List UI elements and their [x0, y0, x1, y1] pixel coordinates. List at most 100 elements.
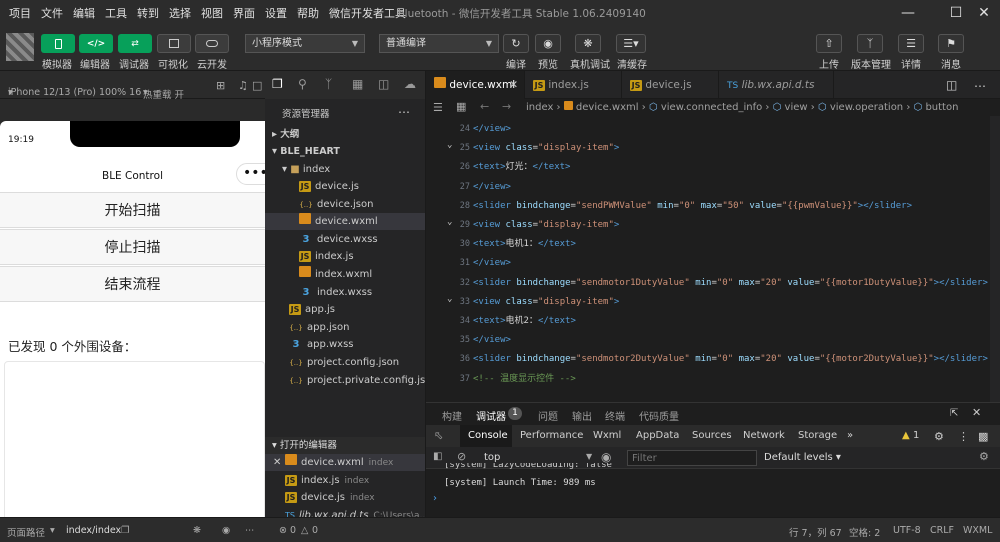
close-icon[interactable]: ✕ — [972, 406, 981, 419]
eye-icon[interactable]: ◉ — [601, 450, 611, 464]
source-control-icon[interactable]: ᛉ — [325, 77, 332, 91]
log-levels-select[interactable]: Default levels ▾ — [764, 452, 841, 463]
menu-item-file[interactable]: 文件 — [36, 5, 68, 21]
simulator-toggle-button[interactable] — [41, 34, 75, 53]
remote-debug-button[interactable]: ❋ — [575, 34, 601, 53]
version-control-button[interactable]: ᛉ — [857, 34, 883, 53]
list-icon[interactable]: ☰ — [433, 101, 443, 114]
more-icon[interactable]: … — [974, 76, 986, 90]
preview-button[interactable]: ◉ — [535, 34, 561, 53]
menu-item-settings[interactable]: 设置 — [260, 5, 292, 21]
opened-editor-item[interactable]: JS device.js index — [265, 489, 425, 506]
page-path-label[interactable]: 页面路径 — [7, 525, 45, 539]
file-item[interactable]: 3 index.wxss — [265, 284, 425, 301]
menu-item-view[interactable]: 视图 — [196, 5, 228, 21]
file-item[interactable]: index.wxml — [265, 266, 425, 283]
console-prompt-icon[interactable]: › — [433, 493, 437, 504]
inspect-icon[interactable]: ⬁ — [434, 429, 443, 442]
debug-icon[interactable]: ▦ — [352, 77, 363, 91]
menu-item-interface[interactable]: 界面 — [228, 5, 260, 21]
start-scan-button[interactable]: 开始扫描 — [0, 192, 265, 228]
breadcrumb-item[interactable]: view.operation — [830, 102, 903, 113]
tab-appdata[interactable]: AppData — [636, 430, 679, 441]
details-button[interactable]: ☰ — [898, 34, 924, 53]
file-item[interactable]: {..} project.config.json — [265, 354, 425, 371]
tab-console[interactable]: Console — [468, 430, 508, 441]
compile-mode-select[interactable]: 普通编译 ▼ — [379, 34, 499, 53]
file-item[interactable]: {..} app.json — [265, 319, 425, 336]
tab-debugger[interactable]: 调试器 — [476, 408, 506, 423]
fold-icon[interactable]: ⌄ — [447, 136, 452, 155]
more-icon[interactable]: ⋯ — [245, 525, 255, 536]
outline-section[interactable]: ▸ 大纲 — [265, 126, 425, 143]
context-select-value[interactable]: top — [484, 452, 500, 463]
dock-icon[interactable]: ▩ — [978, 430, 988, 443]
more-vert-icon[interactable]: ⋮ — [958, 430, 969, 443]
tab-output[interactable]: 输出 — [572, 408, 592, 423]
tab-index-js[interactable]: JS index.js — [525, 71, 622, 99]
breadcrumb-item[interactable]: button — [925, 102, 958, 113]
file-item[interactable]: JS device.js — [265, 178, 425, 195]
menu-item-edit[interactable]: 编辑 — [68, 5, 100, 21]
code-editor[interactable]: 24 </view> 25 ⌄ <view class="display-item"> 2… — [426, 116, 1000, 402]
tab-lib-wx-api[interactable]: TS lib.wx.api.d.ts — [719, 71, 834, 99]
file-item[interactable]: {..} device.json — [265, 196, 425, 213]
folder-index[interactable]: ▾ ■ index — [265, 161, 425, 178]
expand-icon[interactable]: ⇱ — [950, 408, 958, 419]
grid-icon[interactable]: ▦ — [456, 100, 466, 113]
breadcrumb-item[interactable]: index — [526, 102, 553, 113]
compile-button[interactable]: ↻ — [503, 34, 529, 53]
line-endings[interactable]: CRLF — [930, 525, 954, 536]
cursor-position[interactable]: 行 7，列 67 — [789, 525, 842, 539]
rotate-icon[interactable]: ⊞ — [216, 79, 225, 92]
mode-select[interactable]: 小程序模式 ▼ — [245, 34, 365, 53]
cloud-icon[interactable]: ☁ — [404, 77, 416, 91]
extensions-icon[interactable]: ◫ — [378, 77, 389, 91]
opened-editor-item[interactable]: ✕ device.wxml index — [265, 454, 425, 471]
end-flow-button[interactable]: 结束流程 — [0, 266, 265, 302]
tab-storage[interactable]: Storage — [798, 430, 837, 441]
tab-performance[interactable]: Performance — [520, 430, 583, 441]
indent-spaces[interactable]: 空格: 2 — [849, 525, 880, 539]
file-item[interactable]: JS index.js — [265, 248, 425, 265]
tab-device-js[interactable]: JS device.js — [622, 71, 719, 99]
avatar[interactable] — [6, 33, 34, 61]
fold-icon[interactable]: ⌄ — [447, 213, 452, 232]
stop-scan-button[interactable]: 停止扫描 — [0, 229, 265, 265]
close-window-button[interactable]: ✕ — [966, 0, 1000, 25]
console-filter-input[interactable] — [627, 450, 757, 466]
breadcrumb-item[interactable]: view — [785, 102, 808, 113]
tab-problems[interactable]: 问题 — [538, 408, 558, 423]
warning-count[interactable]: 0 — [312, 525, 318, 536]
upload-button[interactable]: ⇧ — [816, 34, 842, 53]
encoding[interactable]: UTF-8 — [893, 525, 921, 536]
minimap-scrollbar[interactable] — [990, 116, 1000, 402]
file-item[interactable]: 3 device.wxss — [265, 231, 425, 248]
debugger-toggle-button[interactable]: ⇄ — [118, 34, 152, 53]
search-icon[interactable]: ⚲ — [298, 77, 307, 91]
tab-build[interactable]: 构建 — [442, 408, 462, 423]
capsule-menu-button[interactable]: ••• — [236, 163, 265, 185]
menu-item-help[interactable]: 帮助 — [292, 5, 324, 21]
cloud-dev-button[interactable] — [195, 34, 229, 53]
breadcrumb-item[interactable]: view.connected_info — [661, 102, 762, 113]
language-mode[interactable]: WXML — [963, 525, 992, 536]
close-icon[interactable]: ✕ — [273, 454, 281, 471]
opened-editor-item[interactable]: TS lib.wx.api.d.ts C:\Users\a... — [265, 507, 425, 517]
menu-item-project[interactable]: 项目 — [4, 5, 36, 21]
tab-device-wxml[interactable]: device.wxml ✕ — [426, 71, 525, 99]
more-icon[interactable]: … — [398, 102, 410, 116]
more-tabs-icon[interactable]: » — [847, 430, 853, 441]
fullscreen-icon[interactable]: □ — [252, 79, 262, 92]
clear-cache-button[interactable]: ☰▾ — [616, 34, 646, 53]
copy-icon[interactable]: ❐ — [121, 525, 130, 536]
bug-icon[interactable]: ❋ — [193, 525, 201, 536]
opened-editors-header[interactable]: ▾ 打开的编辑器 — [265, 437, 425, 454]
page-path[interactable]: index/index — [66, 525, 121, 536]
tab-wxml[interactable]: Wxml — [593, 430, 621, 441]
project-root[interactable]: ▾ BLE_HEART — [265, 143, 425, 160]
mute-icon[interactable]: ♫ — [238, 79, 248, 92]
gear-icon[interactable]: ⚙ — [979, 450, 989, 463]
menu-item-goto[interactable]: 转到 — [132, 5, 164, 21]
opened-editor-item[interactable]: JS index.js index — [265, 472, 425, 489]
